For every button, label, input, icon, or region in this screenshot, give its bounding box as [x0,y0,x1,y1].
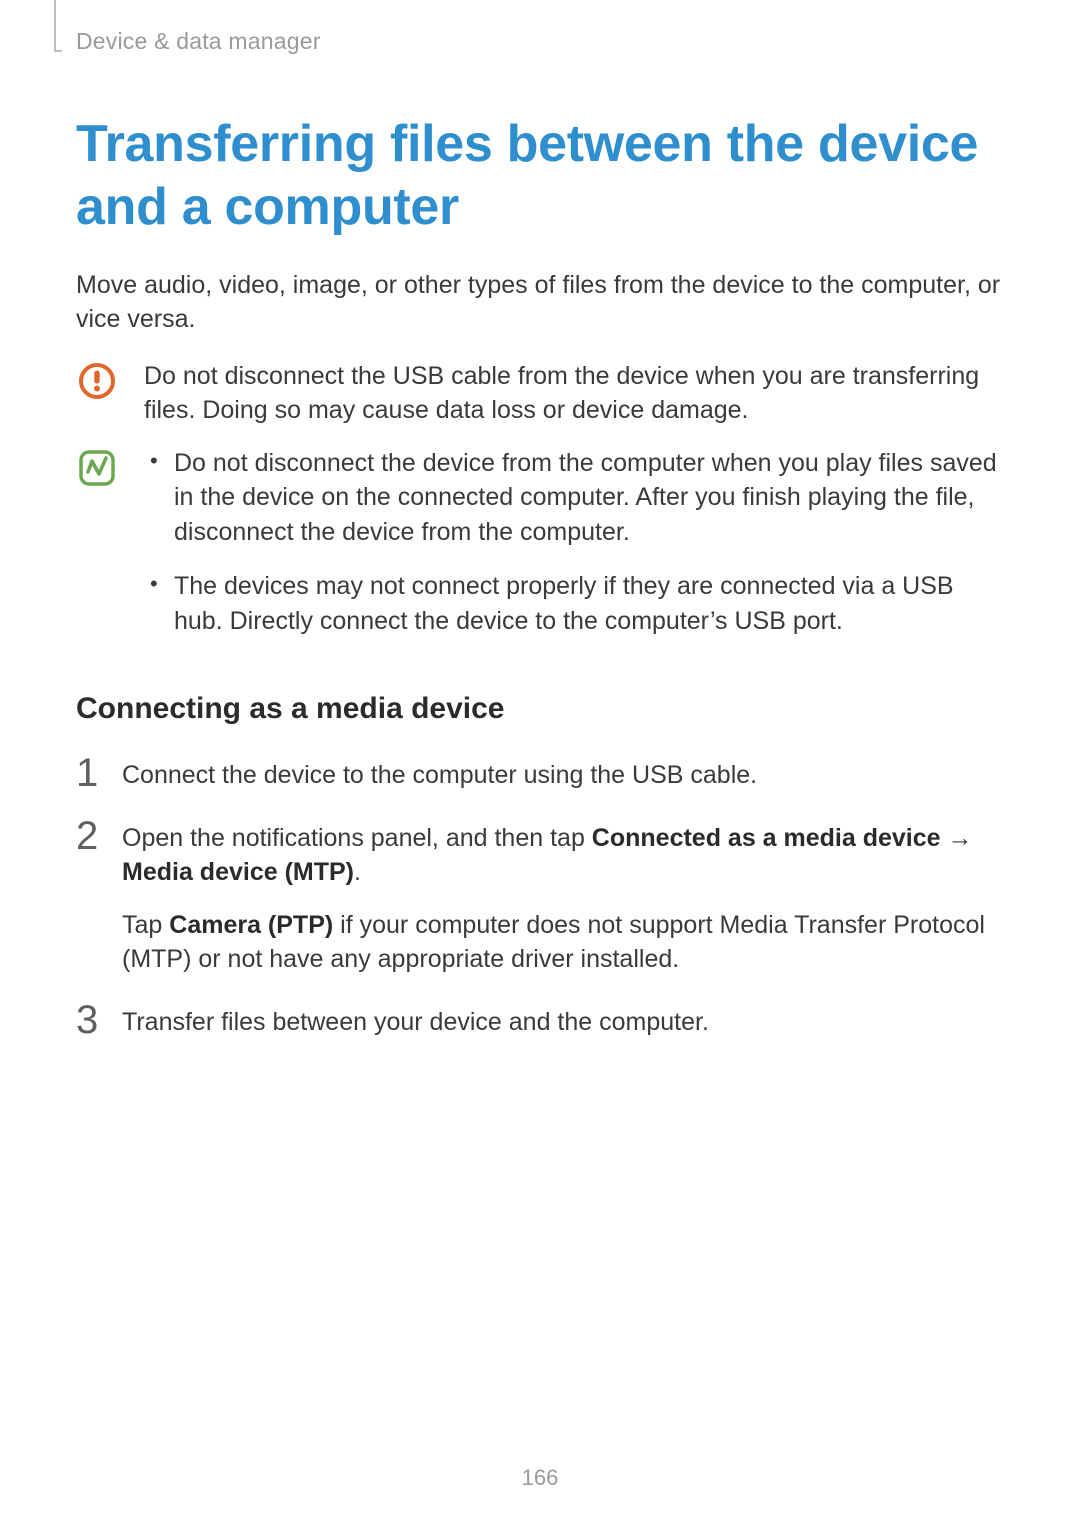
bold-run: Camera (PTP) [169,911,333,939]
info-bullet-list: Do not disconnect the device from the co… [144,446,1006,639]
page-title: Transferring files between the device an… [76,113,1006,240]
caution-text: Do not disconnect the USB cable from the… [144,359,1006,428]
step-text: Connect the device to the computer using… [122,756,1006,793]
breadcrumb: Device & data manager [76,28,1006,55]
manual-page: Device & data manager Transferring files… [0,0,1080,1527]
info-note: Do not disconnect the device from the co… [76,446,1006,659]
section-heading: Connecting as a media device [76,692,1006,726]
step-number: 2 [76,819,104,854]
note-icon [76,448,118,490]
info-bullet: Do not disconnect the device from the co… [144,446,1006,550]
page-corner-mark [54,0,56,52]
step-text: Open the notifications panel, and then t… [122,819,1006,977]
bold-run: Media device (MTP) [122,858,354,886]
info-text: Do not disconnect the device from the co… [144,446,1006,659]
page-number: 166 [0,1465,1080,1491]
caution-note: Do not disconnect the USB cable from the… [76,359,1006,428]
step-text: Transfer files between your device and t… [122,1003,1006,1040]
step-paragraph: Tap Camera (PTP) if your computer does n… [122,908,1006,977]
caution-icon [76,361,118,403]
step-number: 3 [76,1003,104,1038]
bold-run: Connected as a media device [592,824,941,852]
text-run: Open the notifications panel, and then t… [122,824,592,852]
intro-paragraph: Move audio, video, image, or other types… [76,268,1006,337]
arrow-run: → [941,824,973,852]
text-run: . [354,858,361,886]
step-paragraph: Transfer files between your device and t… [122,1005,1006,1040]
text-run: Tap [122,911,169,939]
step-3: 3 Transfer files between your device and… [76,1003,1006,1040]
step-number: 1 [76,756,104,791]
step-2: 2 Open the notifications panel, and then… [76,819,1006,977]
step-paragraph: Connect the device to the computer using… [122,758,1006,793]
info-bullet: The devices may not connect properly if … [144,569,1006,638]
step-paragraph: Open the notifications panel, and then t… [122,821,1006,890]
step-1: 1 Connect the device to the computer usi… [76,756,1006,793]
